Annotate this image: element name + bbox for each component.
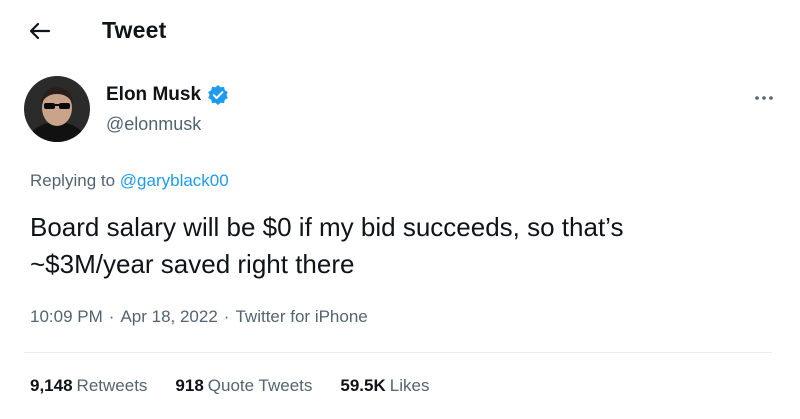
quote-tweets-stat[interactable]: 918 Quote Tweets <box>175 376 312 396</box>
header-bar: Tweet <box>0 0 800 60</box>
tweet-text-line: Board salary will be $0 if my bid succee… <box>30 212 624 242</box>
author-name[interactable]: Elon Musk <box>106 84 201 106</box>
verified-badge-icon <box>207 84 229 106</box>
retweets-label: Retweets <box>76 376 148 395</box>
author-name-row: Elon Musk <box>106 84 229 106</box>
tweet-text-line: ~$3M/year saved right there <box>30 249 355 279</box>
reply-context: Replying to @garyblack00 <box>30 171 229 191</box>
engagement-stats: 9,148 Retweets 918 Quote Tweets 59.5K Likes <box>30 376 457 396</box>
retweets-count: 9,148 <box>30 376 73 395</box>
meta-separator: · <box>108 307 115 326</box>
more-options-icon <box>755 96 773 100</box>
likes-stat[interactable]: 59.5K Likes <box>340 376 429 396</box>
meta-separator: · <box>223 307 230 326</box>
tweet-meta: 10:09 PM · Apr 18, 2022 · Twitter for iPhone <box>30 307 368 327</box>
likes-label: Likes <box>389 376 430 395</box>
more-options-button[interactable] <box>746 88 782 108</box>
author-handle[interactable]: @elonmusk <box>106 114 201 135</box>
tweet-time[interactable]: 10:09 PM <box>30 307 103 326</box>
tweet-date[interactable]: Apr 18, 2022 <box>120 307 217 326</box>
divider <box>24 352 772 353</box>
tweet-text: Board salary will be $0 if my bid succee… <box>30 209 770 283</box>
back-button[interactable] <box>22 16 58 46</box>
quotes-label: Quote Tweets <box>207 376 313 395</box>
reply-to-link[interactable]: @garyblack00 <box>120 171 229 190</box>
quotes-count: 918 <box>175 376 204 395</box>
reply-prefix: Replying to <box>30 171 116 190</box>
back-arrow-icon <box>29 22 51 40</box>
retweets-stat[interactable]: 9,148 Retweets <box>30 376 147 396</box>
avatar[interactable] <box>24 76 90 142</box>
likes-count: 59.5K <box>340 376 386 395</box>
avatar-icon <box>24 76 90 142</box>
page-title: Tweet <box>102 17 167 43</box>
tweet-source[interactable]: Twitter for iPhone <box>235 307 367 326</box>
